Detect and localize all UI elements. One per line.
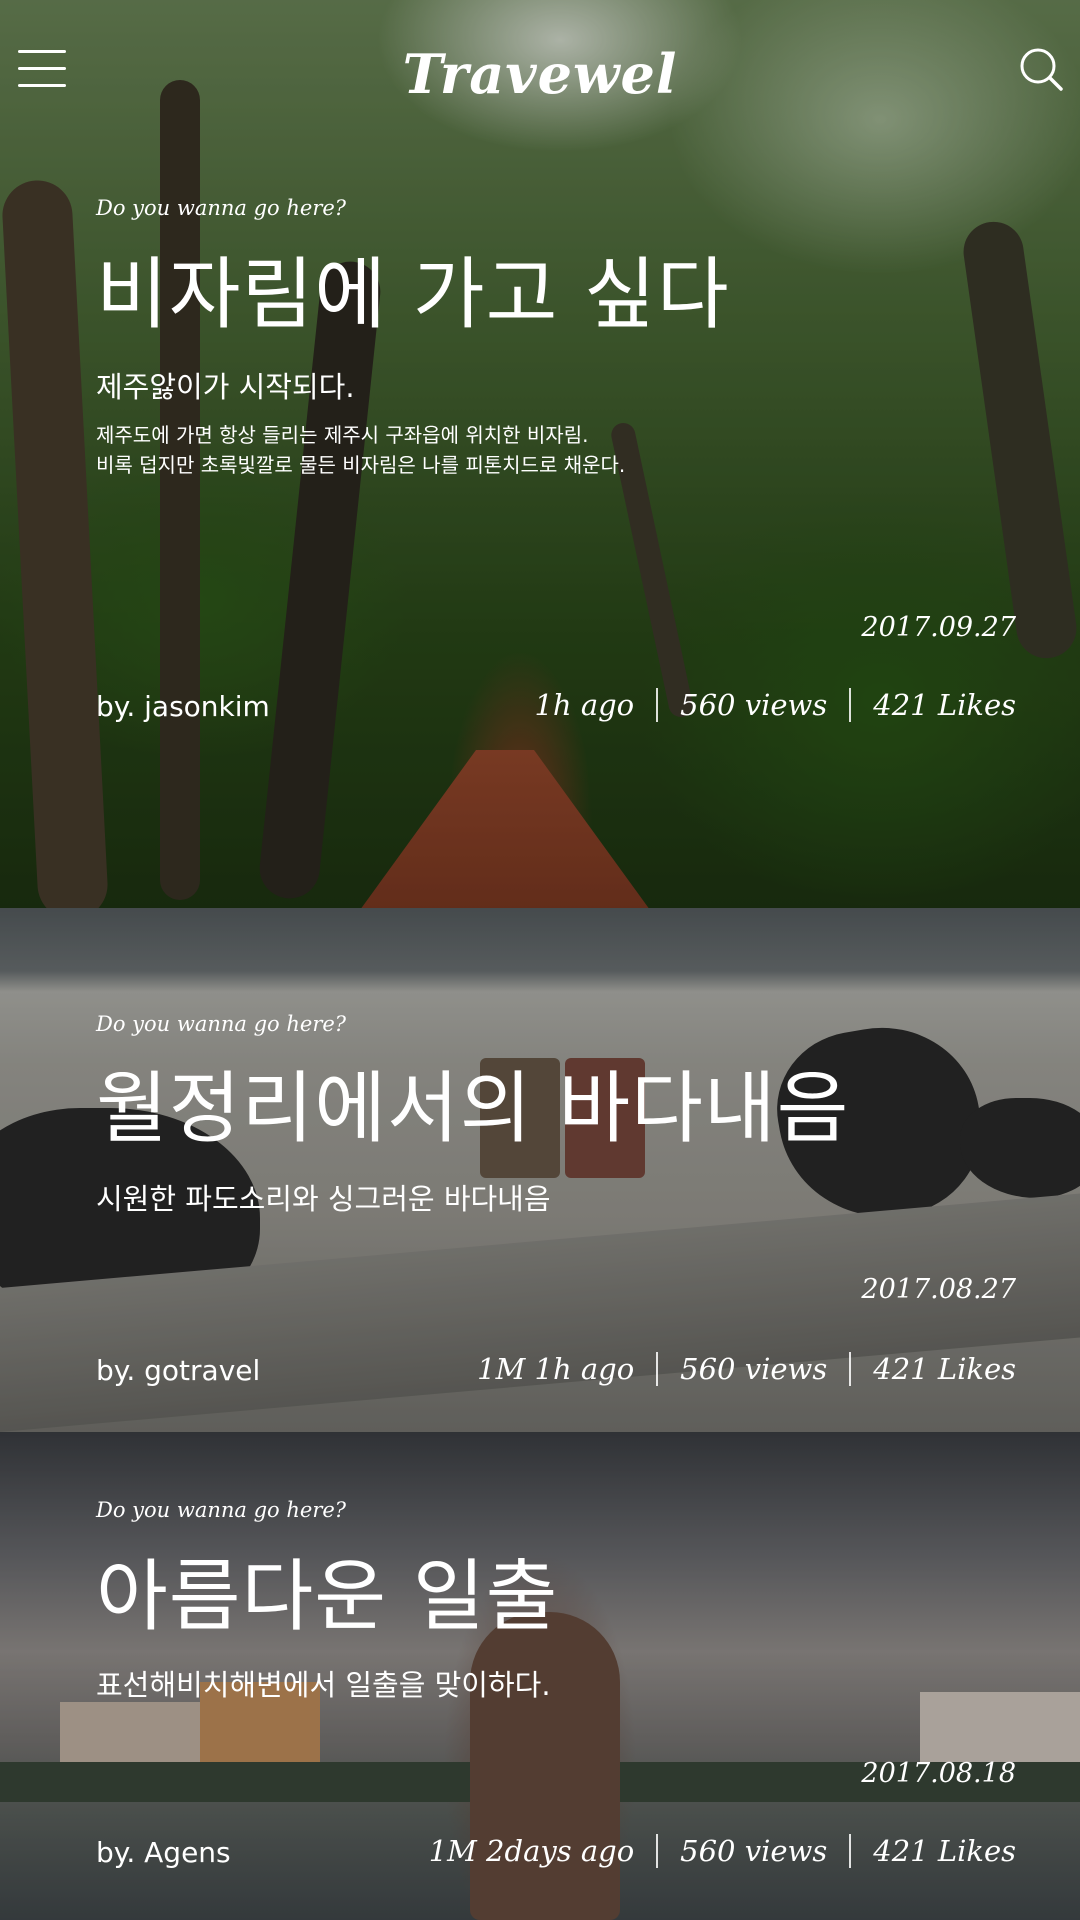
post-subtitle: 시원한 파도소리와 싱그러운 바다내음: [96, 1182, 551, 1216]
app-header: Travewel: [0, 0, 1080, 150]
stats-divider: [656, 1352, 659, 1386]
stats-divider: [656, 1834, 659, 1868]
app-logo[interactable]: Travewel: [0, 42, 1080, 106]
post-likes[interactable]: 421 Likes: [873, 1352, 1016, 1386]
post-time: 1M 1h ago: [477, 1352, 635, 1386]
post-description: 제주도에 가면 항상 들리는 제주시 구좌읍에 위치한 비자림. 비록 덥지만 …: [96, 420, 625, 480]
post-kicker: Do you wanna go here?: [96, 1012, 347, 1036]
post-title[interactable]: 월정리에서의 바다내음: [96, 1046, 849, 1158]
post-time: 1h ago: [534, 688, 635, 722]
post-kicker: Do you wanna go here?: [96, 196, 347, 220]
description-line: 제주도에 가면 항상 들리는 제주시 구좌읍에 위치한 비자림.: [96, 423, 589, 447]
post-date: 2017.08.18: [861, 1758, 1016, 1789]
stats-divider: [849, 688, 852, 722]
stats-divider: [849, 1834, 852, 1868]
post-author[interactable]: by. gotravel: [96, 1354, 260, 1387]
post-views: 560 views: [680, 1352, 828, 1386]
post-views: 560 views: [680, 688, 828, 722]
post-stats: 1h ago 560 views 421 Likes: [534, 688, 1016, 722]
post-subtitle: 표선해비치해변에서 일출을 맞이하다.: [96, 1668, 551, 1702]
post-stats: 1M 1h ago 560 views 421 Likes: [477, 1352, 1016, 1386]
post-kicker: Do you wanna go here?: [96, 1498, 347, 1522]
post-card[interactable]: Do you wanna go here? 아름다운 일출 표선해비치해변에서 …: [0, 1432, 1080, 1920]
post-author[interactable]: by. Agens: [96, 1836, 231, 1869]
post-card[interactable]: Do you wanna go here? 월정리에서의 바다내음 시원한 파도…: [0, 908, 1080, 1432]
post-subtitle: 제주앓이가 시작되다.: [96, 370, 355, 404]
post-date: 2017.08.27: [861, 1274, 1016, 1305]
post-title[interactable]: 비자림에 가고 싶다: [96, 232, 730, 344]
stats-divider: [656, 688, 659, 722]
post-title[interactable]: 아름다운 일출: [96, 1534, 558, 1646]
post-author[interactable]: by. jasonkim: [96, 690, 270, 723]
post-content: Do you wanna go here? 월정리에서의 바다내음 시원한 파도…: [0, 908, 1080, 1432]
post-likes[interactable]: 421 Likes: [873, 688, 1016, 722]
search-icon[interactable]: [1018, 46, 1064, 92]
post-likes[interactable]: 421 Likes: [873, 1834, 1016, 1868]
stats-divider: [849, 1352, 852, 1386]
description-line: 비록 덥지만 초록빛깔로 물든 비자림은 나를 피톤치드로 채운다.: [96, 453, 626, 477]
post-views: 560 views: [680, 1834, 828, 1868]
post-time: 1M 2days ago: [428, 1834, 635, 1868]
post-stats: 1M 2days ago 560 views 421 Likes: [429, 1834, 1016, 1868]
post-date: 2017.09.27: [861, 612, 1016, 643]
post-content: Do you wanna go here? 아름다운 일출 표선해비치해변에서 …: [0, 1432, 1080, 1920]
